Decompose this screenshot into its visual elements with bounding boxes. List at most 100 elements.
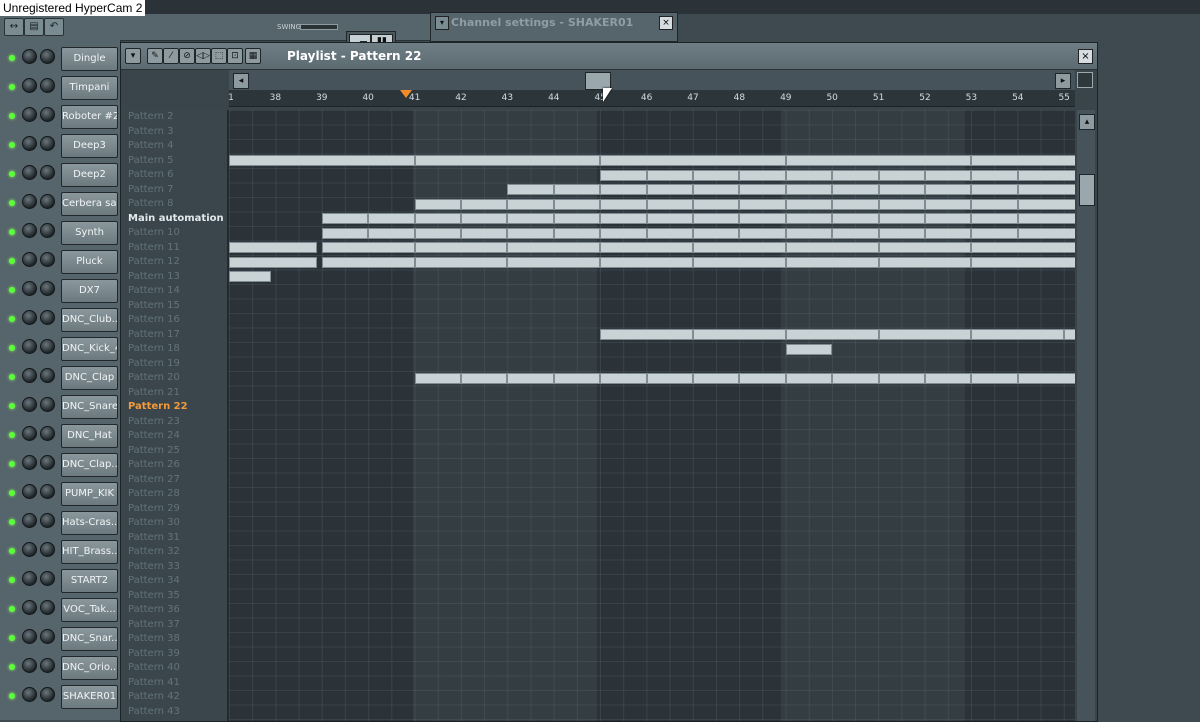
slice-tool-icon[interactable]: ◁▷	[195, 48, 211, 64]
channel-button[interactable]: Hats-Cras...	[61, 511, 118, 535]
pattern-clip[interactable]	[739, 227, 786, 239]
track-name[interactable]: Pattern 32	[128, 545, 180, 560]
pan-knob-icon[interactable]	[22, 687, 37, 702]
track-name[interactable]: Pattern 36	[128, 603, 180, 618]
pattern-clip[interactable]	[878, 329, 972, 340]
horizontal-scrollbar[interactable]: ◂ ▸	[229, 70, 1075, 91]
pattern-clip[interactable]	[600, 213, 647, 224]
pattern-clip[interactable]	[553, 198, 601, 210]
pattern-clip[interactable]	[461, 198, 508, 210]
pattern-clip[interactable]	[739, 184, 786, 195]
pan-knob-icon[interactable]	[22, 600, 37, 615]
pattern-clip[interactable]	[321, 213, 369, 224]
scroll-up-icon[interactable]: ▴	[1079, 114, 1095, 130]
track-name[interactable]: Pattern 33	[128, 560, 180, 575]
pattern-clip[interactable]	[971, 372, 1018, 384]
draw-tool-icon[interactable]: ✎	[147, 48, 163, 64]
track-name[interactable]: Pattern 17	[128, 328, 180, 343]
pattern-clip[interactable]	[1017, 184, 1075, 195]
track-name[interactable]: Pattern 6	[128, 168, 174, 183]
channel-button[interactable]: START2	[61, 569, 118, 593]
channel-mute-led[interactable]	[9, 287, 15, 293]
pan-knob-icon[interactable]	[22, 513, 37, 528]
pan-knob-icon[interactable]	[22, 194, 37, 209]
pan-knob-icon[interactable]	[22, 252, 37, 267]
pattern-clip[interactable]	[971, 169, 1018, 181]
volume-knob-icon[interactable]	[40, 629, 55, 644]
channel-mute-led[interactable]	[9, 55, 15, 61]
pattern-clip[interactable]	[693, 329, 786, 340]
pattern-clip[interactable]	[785, 242, 879, 253]
pattern-clip[interactable]	[693, 213, 740, 224]
channel-button[interactable]: Synth	[61, 221, 118, 245]
paint-tool-icon[interactable]: ⁄	[163, 48, 179, 64]
volume-knob-icon[interactable]	[40, 513, 55, 528]
playlist-menu-icon[interactable]: ▾	[125, 48, 141, 64]
pattern-clip[interactable]	[553, 372, 601, 384]
pattern-clip[interactable]	[600, 227, 647, 239]
pattern-clip[interactable]	[693, 242, 786, 253]
pattern-clip[interactable]	[693, 198, 740, 210]
volume-knob-icon[interactable]	[40, 49, 55, 64]
pattern-clip[interactable]	[693, 227, 740, 239]
channel-button[interactable]: DNC_Clap	[61, 366, 118, 390]
channel-mute-led[interactable]	[9, 142, 15, 148]
pattern-clip[interactable]	[785, 169, 833, 181]
pattern-clip[interactable]	[600, 256, 693, 268]
pattern-clip[interactable]	[785, 343, 833, 355]
track-name[interactable]: Pattern 29	[128, 502, 180, 517]
pattern-clip[interactable]	[785, 372, 833, 384]
pattern-clip[interactable]	[878, 372, 925, 384]
pattern-clip[interactable]	[785, 155, 972, 166]
channel-mute-led[interactable]	[9, 461, 15, 467]
volume-knob-icon[interactable]	[40, 223, 55, 238]
pattern-clip[interactable]	[507, 227, 554, 239]
track-name[interactable]: Pattern 42	[128, 690, 180, 705]
pattern-clip[interactable]	[878, 227, 925, 239]
channel-mute-led[interactable]	[9, 171, 15, 177]
channel-mute-led[interactable]	[9, 200, 15, 206]
track-name[interactable]: Pattern 3	[128, 125, 174, 140]
channel-button[interactable]: PUMP_KIK	[61, 482, 118, 506]
channel-mute-led[interactable]	[9, 693, 15, 699]
volume-knob-icon[interactable]	[40, 136, 55, 151]
pattern-clip[interactable]	[646, 184, 693, 195]
pattern-clip[interactable]	[229, 256, 318, 268]
pan-knob-icon[interactable]	[22, 368, 37, 383]
pattern-clip[interactable]	[600, 198, 647, 210]
pattern-clip[interactable]	[461, 372, 508, 384]
channel-button[interactable]: Deep3	[61, 134, 118, 158]
pattern-clip[interactable]	[1017, 198, 1075, 210]
pattern-clip[interactable]	[971, 198, 1018, 210]
channel-button[interactable]: DNC_Hat	[61, 424, 118, 448]
track-name[interactable]: Pattern 4	[128, 139, 174, 154]
pattern-clip[interactable]	[600, 372, 647, 384]
pattern-clip[interactable]	[414, 227, 461, 239]
pattern-clip[interactable]	[1017, 227, 1075, 239]
track-name[interactable]: Pattern 26	[128, 458, 180, 473]
track-name[interactable]: Pattern 24	[128, 429, 180, 444]
channel-button[interactable]: Timpani	[61, 76, 118, 100]
pattern-clip[interactable]	[878, 213, 925, 224]
pattern-clip[interactable]	[832, 198, 879, 210]
playlist-grid[interactable]	[229, 110, 1075, 721]
pattern-clip[interactable]	[646, 169, 693, 181]
track-name[interactable]: Pattern 41	[128, 676, 180, 691]
pan-knob-icon[interactable]	[22, 107, 37, 122]
track-name[interactable]: Pattern 40	[128, 661, 180, 676]
volume-knob-icon[interactable]	[40, 194, 55, 209]
pan-knob-icon[interactable]	[22, 223, 37, 238]
channel-button[interactable]: Pluck	[61, 250, 118, 274]
volume-knob-icon[interactable]	[40, 426, 55, 441]
pan-knob-icon[interactable]	[22, 310, 37, 325]
channel-button[interactable]: Cerbera saw	[61, 192, 118, 216]
arrows-icon[interactable]: ↔	[4, 18, 24, 36]
channel-mute-led[interactable]	[9, 374, 15, 380]
pattern-clip[interactable]	[785, 329, 879, 340]
track-name[interactable]: Pattern 43	[128, 705, 180, 720]
pattern-clip[interactable]	[600, 155, 786, 166]
track-name[interactable]: Pattern 5	[128, 154, 174, 169]
pattern-clip[interactable]	[646, 213, 693, 224]
channel-mute-led[interactable]	[9, 403, 15, 409]
pattern-clip[interactable]	[785, 256, 879, 268]
